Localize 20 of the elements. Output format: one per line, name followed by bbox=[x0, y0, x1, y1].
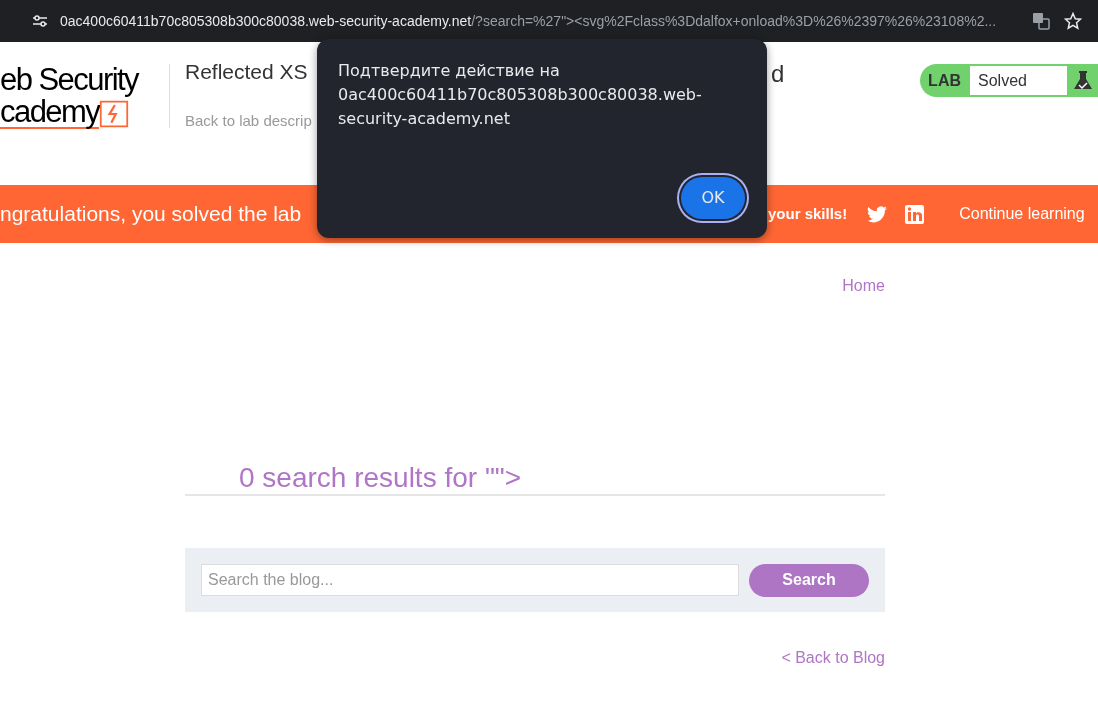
search-button[interactable]: Search bbox=[749, 563, 869, 597]
back-to-blog-link[interactable]: < Back to Blog bbox=[781, 646, 885, 670]
logo[interactable]: eb Security cademy bbox=[0, 63, 139, 129]
lab-status: Solved bbox=[969, 65, 1068, 96]
translate-icon[interactable] bbox=[1032, 12, 1050, 30]
lab-title: d bbox=[771, 59, 785, 89]
lab-label: LAB bbox=[928, 70, 962, 91]
search-field[interactable]: Search the blog... bbox=[201, 564, 739, 596]
linkedin-icon[interactable] bbox=[905, 204, 925, 224]
star-icon[interactable] bbox=[1064, 12, 1082, 30]
site-settings-icon[interactable] bbox=[32, 14, 48, 28]
twitter-icon[interactable] bbox=[867, 205, 888, 223]
lightning-icon bbox=[99, 99, 130, 129]
continue-learning-link[interactable]: Continue learning bbox=[959, 202, 1085, 226]
dialog-message: Подтвердите действие на 0ac400c60411b70c805308b300c80038.web-security-academy.net bbox=[338, 60, 703, 130]
share-text: your skills! bbox=[768, 203, 848, 224]
results-heading: 0 search results for ""> bbox=[239, 462, 523, 494]
lab-title: Reflected XS bbox=[185, 60, 308, 83]
home-link[interactable]: Home bbox=[842, 274, 885, 298]
banner-message: ngratulations, you solved the lab bbox=[0, 201, 303, 228]
